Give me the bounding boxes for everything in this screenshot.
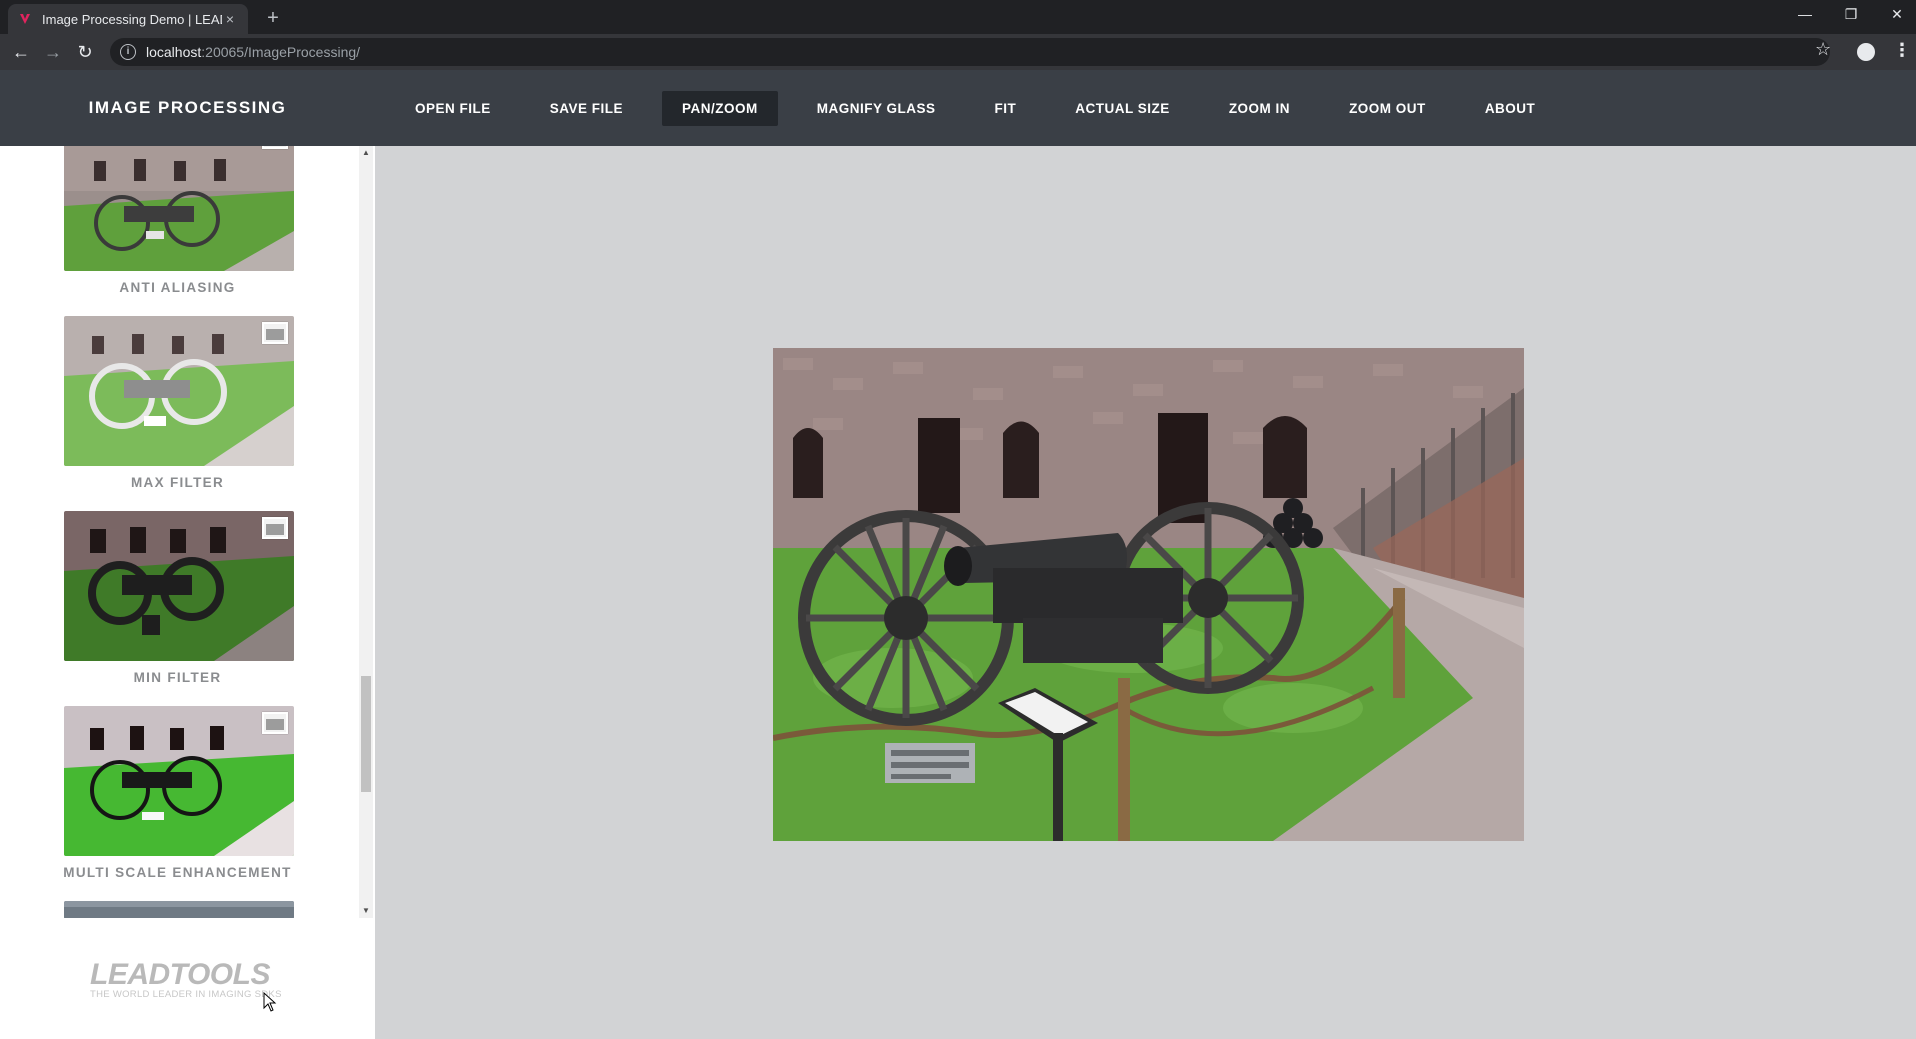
pan-zoom-button[interactable]: PAN/ZOOM [662,90,778,126]
filter-list[interactable]: ANTI ALIASING MAX FILTER MIN FILTER MULT… [0,146,355,918]
tab-close-icon[interactable]: × [222,11,238,27]
sidebar-scrollbar[interactable]: ▲ ▼ [359,146,373,918]
app-header: IMAGE PROCESSING OPEN FILE SAVE FILE PAN… [0,70,1916,146]
zoom-out-button[interactable]: ZOOM OUT [1329,91,1446,126]
favicon-icon [20,14,30,24]
about-button[interactable]: ABOUT [1465,91,1556,126]
scroll-up-icon[interactable]: ▲ [359,146,373,160]
cannon-photo [773,348,1524,841]
preview-badge-icon [262,517,288,539]
browser-menu-icon[interactable]: ⋮ [1893,40,1911,61]
app-title: IMAGE PROCESSING [88,98,287,117]
image-viewer[interactable] [375,146,1916,1039]
logo-wordmark: LEADTOOLS [90,958,270,991]
filter-thumbnail[interactable] [64,706,294,856]
cannon-thumbnail-image [64,511,294,661]
actual-size-button[interactable]: ACTUAL SIZE [1055,91,1190,126]
restore-button[interactable]: ❐ [1828,0,1874,30]
new-tab-button[interactable]: + [260,6,286,32]
back-icon[interactable]: ← [8,39,34,65]
filter-thumbnail[interactable] [64,511,294,661]
main-image[interactable] [773,348,1524,841]
browser-tab-bar: Image Processing Demo | LEADTO × + — ❐ ✕ [0,0,1916,34]
magnify-glass-button[interactable]: MAGNIFY GLASS [797,91,956,126]
filter-thumbnail[interactable] [64,901,294,918]
profile-icon[interactable] [1857,43,1875,61]
address-bar[interactable]: i localhost:20065/ImageProcessing/ [110,38,1830,66]
main-nav: OPEN FILE SAVE FILE PAN/ZOOM MAGNIFY GLA… [395,70,1574,146]
browser-tab[interactable]: Image Processing Demo | LEADTO × [8,4,248,34]
filter-label: MIN FILTER [133,670,222,685]
reload-icon[interactable]: ↻ [72,39,98,65]
close-window-button[interactable]: ✕ [1874,0,1916,30]
forward-icon[interactable]: → [40,39,66,65]
url-path: :20065/ImageProcessing/ [201,44,361,60]
filter-thumbnail[interactable] [64,316,294,466]
preview-badge-icon [262,712,288,734]
scroll-down-icon[interactable]: ▼ [359,904,373,918]
logo-tagline: THE WORLD LEADER IN IMAGING SDKS [90,989,282,1000]
leadtools-logo: LEADTOOLS THE WORLD LEADER IN IMAGING SD… [90,958,290,1000]
filter-label: MULTI SCALE ENHANCEMENT [63,865,292,880]
preview-badge-icon [262,146,288,149]
scroll-thumb[interactable] [361,676,371,792]
filter-label: ANTI ALIASING [119,280,236,295]
bookmark-star-icon[interactable]: ☆ [1815,39,1831,60]
browser-toolbar: ← → ↻ i localhost:20065/ImageProcessing/… [0,34,1916,70]
fit-button[interactable]: FIT [975,91,1037,126]
open-file-button[interactable]: OPEN FILE [395,91,511,126]
zoom-in-button[interactable]: ZOOM IN [1209,91,1310,126]
cannon-thumbnail-image [64,901,294,918]
minimize-button[interactable]: — [1782,0,1828,30]
url-host: localhost [146,44,202,60]
cannon-thumbnail-image [64,316,294,466]
filter-sidebar: ANTI ALIASING MAX FILTER MIN FILTER MULT… [0,146,375,1039]
filter-thumbnail[interactable] [64,146,294,271]
preview-badge-icon [262,322,288,344]
cannon-thumbnail-image [64,706,294,856]
site-info-icon[interactable]: i [120,44,136,60]
tab-title: Image Processing Demo | LEADTO [42,11,222,27]
cannon-thumbnail-image [64,146,294,271]
mouse-cursor-icon [263,992,277,1012]
filter-label: MAX FILTER [131,475,224,490]
save-file-button[interactable]: SAVE FILE [530,91,643,126]
